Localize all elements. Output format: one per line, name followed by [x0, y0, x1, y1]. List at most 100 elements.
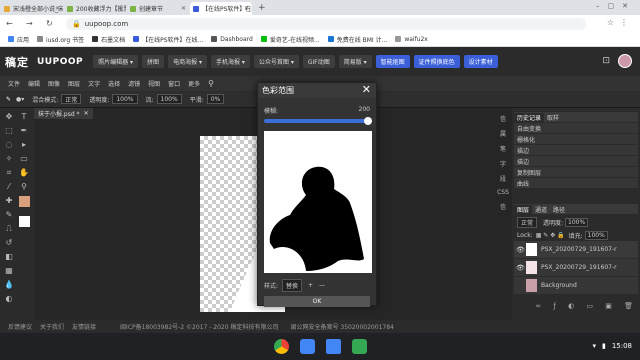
- footer-link[interactable]: 关于我们: [40, 322, 64, 331]
- visibility-eye-icon[interactable]: 👁: [516, 246, 525, 254]
- browser-tab[interactable]: 200收藏浮力【投票】-怡免 ✕: [64, 2, 126, 15]
- history-item[interactable]: 复制图层: [514, 167, 638, 177]
- fuzziness-value[interactable]: 200: [359, 106, 370, 115]
- url-field[interactable]: 🔒 uupoop.com: [66, 17, 586, 30]
- document-tab[interactable]: 抹于小报.psd * ✕: [34, 108, 93, 119]
- browser-menu-icon[interactable]: ☆⋮: [607, 18, 634, 27]
- play-store-icon[interactable]: [352, 339, 367, 354]
- bookmark-item[interactable]: 石墨文档: [92, 35, 125, 44]
- side-tab-info[interactable]: 信: [494, 114, 512, 123]
- nav-smart-cutout[interactable]: 智能抠图: [375, 55, 410, 68]
- nav-wechat-cover[interactable]: 公众号首图 ▾: [253, 55, 299, 68]
- healing-brush-icon[interactable]: ✚: [4, 196, 14, 206]
- close-tab-icon[interactable]: ✕: [181, 5, 186, 12]
- menu-layer[interactable]: 图层: [68, 79, 80, 88]
- side-tab-paragraph[interactable]: 段: [494, 174, 512, 183]
- menu-filter[interactable]: 滤镜: [128, 79, 140, 88]
- layer-blend-select[interactable]: 正常: [517, 217, 538, 228]
- browser-tab[interactable]: 宋浅橙全部小说_宋浅橙作品列表 ✕: [1, 2, 63, 15]
- smooth-input[interactable]: 0%: [206, 94, 225, 104]
- pen-tool-icon[interactable]: ✒: [19, 126, 29, 136]
- dodge-tool-icon[interactable]: ◐: [4, 294, 14, 304]
- tab-layers[interactable]: 图层: [514, 204, 533, 214]
- system-tray[interactable]: ▾ ▮ 15:08: [586, 342, 632, 350]
- avatar[interactable]: [618, 54, 632, 68]
- files-icon[interactable]: [300, 339, 315, 354]
- brush-tool-icon[interactable]: ✎: [6, 96, 11, 103]
- side-tab-properties[interactable]: 属: [494, 129, 512, 138]
- tab-paths[interactable]: 路径: [550, 205, 568, 214]
- menu-window[interactable]: 窗口: [168, 79, 180, 88]
- lasso-tool-icon[interactable]: ◌: [4, 140, 14, 150]
- bookmark-item[interactable]: Dashboard: [211, 36, 253, 43]
- style-replace-button[interactable]: 替换: [282, 279, 303, 292]
- bell-icon[interactable]: ⊡: [602, 56, 610, 66]
- layer-row[interactable]: Background: [514, 277, 638, 294]
- history-brush-icon[interactable]: ↺: [4, 238, 14, 248]
- window-controls[interactable]: –▢✕: [596, 2, 636, 10]
- hand-tool-icon[interactable]: ✋: [19, 168, 29, 178]
- gradient-tool-icon[interactable]: ▦: [4, 266, 14, 276]
- bookmark-item[interactable]: 应用: [8, 35, 29, 44]
- footer-link[interactable]: 友情链接: [72, 322, 96, 331]
- brush-preset-icon[interactable]: ●▾: [16, 96, 24, 103]
- close-tab-icon[interactable]: ✕: [244, 5, 249, 12]
- app-brand[interactable]: UUPOOP: [37, 57, 83, 67]
- shape-tool-icon[interactable]: ▭: [19, 154, 29, 164]
- bookmark-item[interactable]: waifu2x: [395, 36, 428, 43]
- selection-preview[interactable]: [264, 131, 372, 273]
- nav-mobile-poster[interactable]: 手机海报 ▾: [210, 55, 250, 68]
- path-select-icon[interactable]: ▸: [19, 140, 29, 150]
- history-item[interactable]: 描边: [514, 145, 638, 155]
- close-document-icon[interactable]: ✕: [84, 110, 89, 117]
- close-tab-icon[interactable]: ✕: [55, 5, 60, 12]
- zoom-tool-icon[interactable]: ⚲: [19, 182, 29, 192]
- subtract-selection-button[interactable]: —: [319, 282, 325, 289]
- magic-wand-icon[interactable]: ✧: [4, 154, 14, 164]
- layer-row[interactable]: 👁 PSX_20200729_191607-r: [514, 259, 638, 276]
- eyedropper-icon[interactable]: ⁄: [4, 182, 14, 192]
- forward-icon[interactable]: →: [26, 19, 40, 28]
- side-tab-brush[interactable]: 笔: [494, 144, 512, 153]
- menu-view[interactable]: 视图: [148, 79, 160, 88]
- clone-stamp-icon[interactable]: ⎍: [4, 224, 14, 234]
- history-item[interactable]: 栅格化: [514, 134, 638, 144]
- eraser-icon[interactable]: ◧: [4, 252, 14, 262]
- app-logo[interactable]: 稿定: [5, 54, 29, 70]
- nav-gif[interactable]: GIF动图: [302, 55, 335, 68]
- add-selection-button[interactable]: +: [308, 282, 313, 289]
- flow-input[interactable]: 100%: [156, 94, 182, 104]
- fill-input[interactable]: 100%: [584, 231, 608, 240]
- docs-icon[interactable]: [326, 339, 341, 354]
- menu-file[interactable]: 文件: [8, 79, 20, 88]
- back-icon[interactable]: ←: [6, 19, 20, 28]
- lock-icons[interactable]: ▦ ✎ ✥ 🔒: [536, 232, 565, 239]
- layer-opacity-input[interactable]: 100%: [565, 218, 589, 227]
- crop-tool-icon[interactable]: ⌗: [4, 168, 14, 178]
- blend-mode-select[interactable]: 正常: [61, 94, 82, 104]
- browser-tab-active[interactable]: 【在线PS软件】在线PS图片 ✕: [190, 2, 252, 15]
- nav-collage[interactable]: 拼图: [142, 55, 165, 68]
- nav-id-photo[interactable]: 证件照换底色: [413, 55, 460, 68]
- browser-tab[interactable]: 创建章节 ✕: [127, 2, 189, 15]
- nav-photo-editor[interactable]: 照片编辑器 ▾: [93, 55, 139, 68]
- nav-design-assets[interactable]: 设计素材: [463, 55, 498, 68]
- opacity-input[interactable]: 100%: [112, 94, 138, 104]
- ok-button[interactable]: OK: [264, 296, 370, 307]
- close-dialog-icon[interactable]: ✕: [362, 83, 371, 96]
- marquee-tool-icon[interactable]: ⬚: [4, 126, 14, 136]
- tab-history[interactable]: 历史记录: [514, 112, 545, 122]
- new-tab-button[interactable]: +: [258, 3, 266, 13]
- background-color-swatch[interactable]: [19, 216, 30, 227]
- history-item[interactable]: 自由变换: [514, 123, 638, 133]
- menu-edit[interactable]: 编辑: [28, 79, 40, 88]
- brush-tool-icon[interactable]: ✎: [4, 210, 14, 220]
- blur-tool-icon[interactable]: 💧: [4, 280, 14, 290]
- text-tool-icon[interactable]: T: [19, 112, 29, 122]
- nav-ecommerce-poster[interactable]: 电商海报 ▾: [168, 55, 207, 68]
- search-icon[interactable]: ⚲: [208, 79, 214, 88]
- bookmark-item[interactable]: iusd.org 书签: [37, 35, 84, 44]
- footer-link[interactable]: 反馈建议: [8, 322, 32, 331]
- foreground-color-swatch[interactable]: [19, 196, 30, 207]
- bookmark-item[interactable]: 免费在线 BMI 计...: [327, 35, 387, 44]
